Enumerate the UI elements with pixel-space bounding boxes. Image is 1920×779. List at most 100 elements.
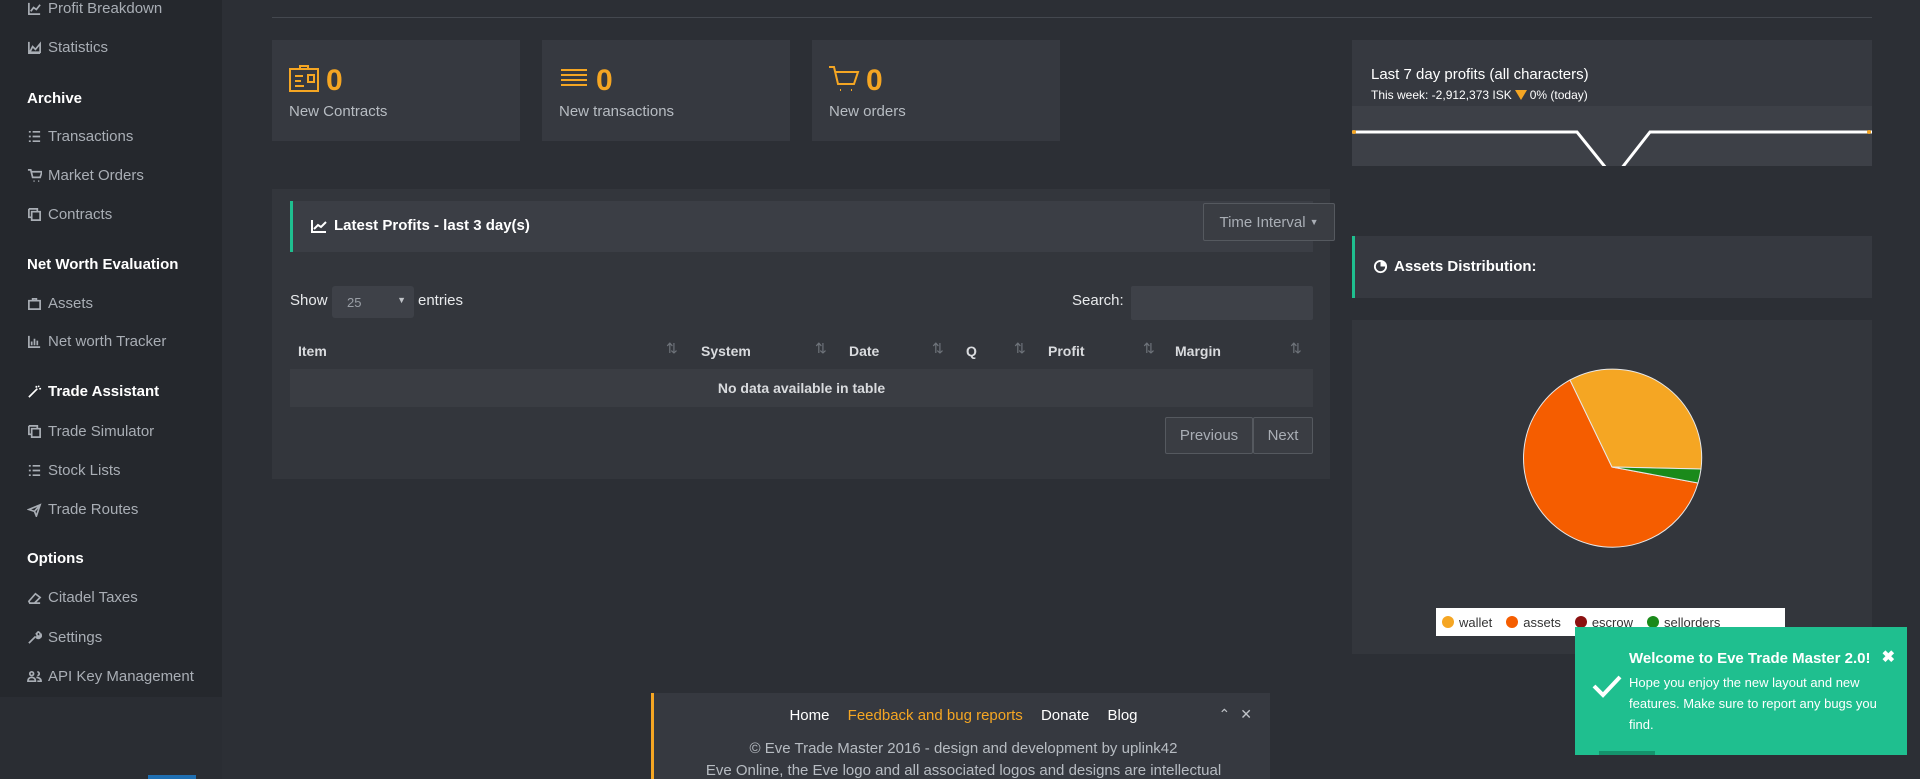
- sidebar-item-profit-breakdown[interactable]: Profit Breakdown: [27, 0, 162, 17]
- panel-title: Assets Distribution:: [1373, 258, 1537, 275]
- legend-label: wallet: [1459, 614, 1493, 630]
- pie-chart-icon: [1373, 259, 1388, 274]
- sort-icon[interactable]: ⇅: [1014, 340, 1026, 357]
- sidebar-item-label: Trade Simulator: [48, 423, 155, 440]
- footer-controls: ⌃ ✕: [1219, 706, 1252, 723]
- plane-icon: [27, 503, 42, 517]
- wrench-icon: [28, 630, 42, 644]
- sidebar-item-label: Trade Routes: [48, 501, 139, 518]
- column-header-margin[interactable]: Margin: [1175, 343, 1221, 359]
- week-total: This week: -2,912,373 ISK: [1371, 88, 1512, 102]
- sidebar-item-contracts[interactable]: Contracts: [27, 206, 112, 223]
- sort-icon[interactable]: ⇅: [932, 340, 944, 357]
- checkmark-icon: [1592, 675, 1622, 698]
- search-input[interactable]: [1131, 286, 1313, 320]
- sidebar-item-label: Market Orders: [48, 167, 144, 184]
- show-label: Show: [290, 292, 328, 309]
- toast-progress: [1599, 751, 1655, 755]
- footer-link-home[interactable]: Home: [789, 707, 829, 724]
- sidebar-item-citadel-taxes[interactable]: Citadel Taxes: [27, 589, 138, 606]
- footer-link-feedback[interactable]: Feedback and bug reports: [848, 707, 1023, 724]
- search-label: Search:: [1072, 292, 1124, 309]
- id-card-icon: [289, 65, 319, 92]
- legend-swatch: [1506, 616, 1519, 628]
- sort-icon[interactable]: ⇅: [666, 340, 678, 357]
- sidebar-item-net-worth-tracker[interactable]: Net worth Tracker: [27, 333, 166, 350]
- sidebar: Profit Breakdown Statistics Archive Tran…: [0, 0, 222, 697]
- caret-down-icon: ▼: [1309, 217, 1319, 227]
- sort-icon[interactable]: ⇅: [1143, 340, 1155, 357]
- column-header-profit[interactable]: Profit: [1048, 343, 1085, 359]
- scrollbar[interactable]: [148, 775, 196, 779]
- footer-link-donate[interactable]: Donate: [1041, 707, 1089, 724]
- weekly-profits-widget: Last 7 day profits (all characters) This…: [1352, 40, 1872, 166]
- sort-icon[interactable]: ⇅: [1290, 340, 1302, 357]
- column-header-system[interactable]: System: [701, 343, 751, 359]
- close-icon[interactable]: ✖: [1882, 647, 1895, 667]
- sidebar-item-label: Stock Lists: [48, 462, 121, 479]
- sidebar-item-api-key-management[interactable]: API Key Management: [27, 668, 194, 685]
- legend-label: assets: [1523, 614, 1561, 630]
- sparkline: [1352, 106, 1872, 166]
- sidebar-item-label: Statistics: [48, 39, 109, 56]
- area-chart-icon: [28, 41, 41, 54]
- sort-icon[interactable]: ⇅: [815, 340, 827, 357]
- sidebar-item-assets[interactable]: Assets: [27, 295, 93, 312]
- sidebar-item-label: API Key Management: [48, 668, 194, 685]
- sidebar-item-market-orders[interactable]: Market Orders: [27, 167, 144, 184]
- widget-title: Last 7 day profits (all characters): [1371, 66, 1589, 83]
- dropdown-label: Time Interval: [1219, 213, 1306, 231]
- sidebar-item-label: Citadel Taxes: [48, 589, 138, 606]
- toast-message: Hope you enjoy the new layout and new fe…: [1629, 675, 1877, 732]
- assets-distribution-header: Assets Distribution:: [1352, 236, 1872, 298]
- sidebar-item-trade-simulator[interactable]: Trade Simulator: [27, 423, 154, 440]
- footer-links: Home Feedback and bug reports Donate Blo…: [654, 707, 1273, 724]
- column-header-item[interactable]: Item: [298, 343, 327, 359]
- close-icon[interactable]: ✕: [1240, 706, 1252, 723]
- week-summary: This week: -2,912,373 ISK 0% (today): [1371, 88, 1588, 102]
- entries-label: entries: [418, 292, 464, 309]
- toast-title: Welcome to Eve Trade Master 2.0!: [1629, 650, 1871, 667]
- sidebar-item-label: Contracts: [48, 206, 113, 223]
- sidebar-item-trade-routes[interactable]: Trade Routes: [27, 501, 138, 518]
- legend-item-wallet[interactable]: wallet: [1442, 615, 1492, 630]
- next-button[interactable]: Next: [1253, 417, 1313, 454]
- sidebar-item-label: Assets: [48, 295, 94, 312]
- legend-swatch: [1442, 616, 1454, 628]
- page-size-value: 25: [347, 295, 362, 310]
- column-header-q[interactable]: Q: [966, 343, 977, 359]
- stat-value: 0: [326, 64, 343, 97]
- table-empty-message: No data available in table: [290, 369, 1313, 407]
- sidebar-item-label: Transactions: [48, 128, 134, 145]
- sidebar-item-statistics[interactable]: Statistics: [27, 39, 108, 56]
- stat-value: 0: [866, 64, 883, 97]
- eraser-icon: [27, 592, 42, 604]
- assets-pie-panel: wallet assets escrow sellorders: [1352, 320, 1872, 654]
- column-header-date[interactable]: Date: [849, 343, 879, 359]
- cart-icon: [829, 66, 860, 91]
- page-size-select[interactable]: 25 ▼: [332, 286, 414, 318]
- time-interval-dropdown[interactable]: Time Interval ▼: [1203, 203, 1335, 241]
- footer-legal: Eve Online, the Eve logo and all associa…: [705, 762, 1222, 779]
- section-heading-net-worth: Net Worth Evaluation: [27, 256, 179, 273]
- copy-icon: [28, 425, 41, 438]
- legend-item-assets[interactable]: assets: [1506, 615, 1561, 630]
- sidebar-item-transactions[interactable]: Transactions: [27, 128, 133, 145]
- magic-wand-icon: [28, 385, 42, 398]
- sidebar-item-label: Trade Assistant: [48, 383, 160, 400]
- stat-card-new-transactions: 0 New transactions: [542, 40, 790, 141]
- latest-profits-panel: Latest Profits - last 3 day(s) Time Inte…: [272, 189, 1335, 479]
- sidebar-item-stock-lists[interactable]: Stock Lists: [27, 462, 121, 479]
- assets-pie-chart: [1523, 368, 1703, 548]
- footer: Home Feedback and bug reports Donate Blo…: [651, 693, 1270, 779]
- previous-button[interactable]: Previous: [1165, 417, 1253, 454]
- footer-link-blog[interactable]: Blog: [1108, 707, 1138, 724]
- sidebar-item-trade-assistant[interactable]: Trade Assistant: [27, 383, 159, 400]
- stat-card-new-orders: 0 New orders: [812, 40, 1060, 141]
- sidebar-item-settings[interactable]: Settings: [27, 629, 102, 646]
- chevron-up-icon[interactable]: ⌃: [1219, 706, 1231, 723]
- line-chart-icon: [311, 219, 327, 233]
- panel-title-text: Assets Distribution:: [1394, 258, 1537, 275]
- stat-value: 0: [596, 64, 613, 97]
- divider: [272, 17, 1872, 18]
